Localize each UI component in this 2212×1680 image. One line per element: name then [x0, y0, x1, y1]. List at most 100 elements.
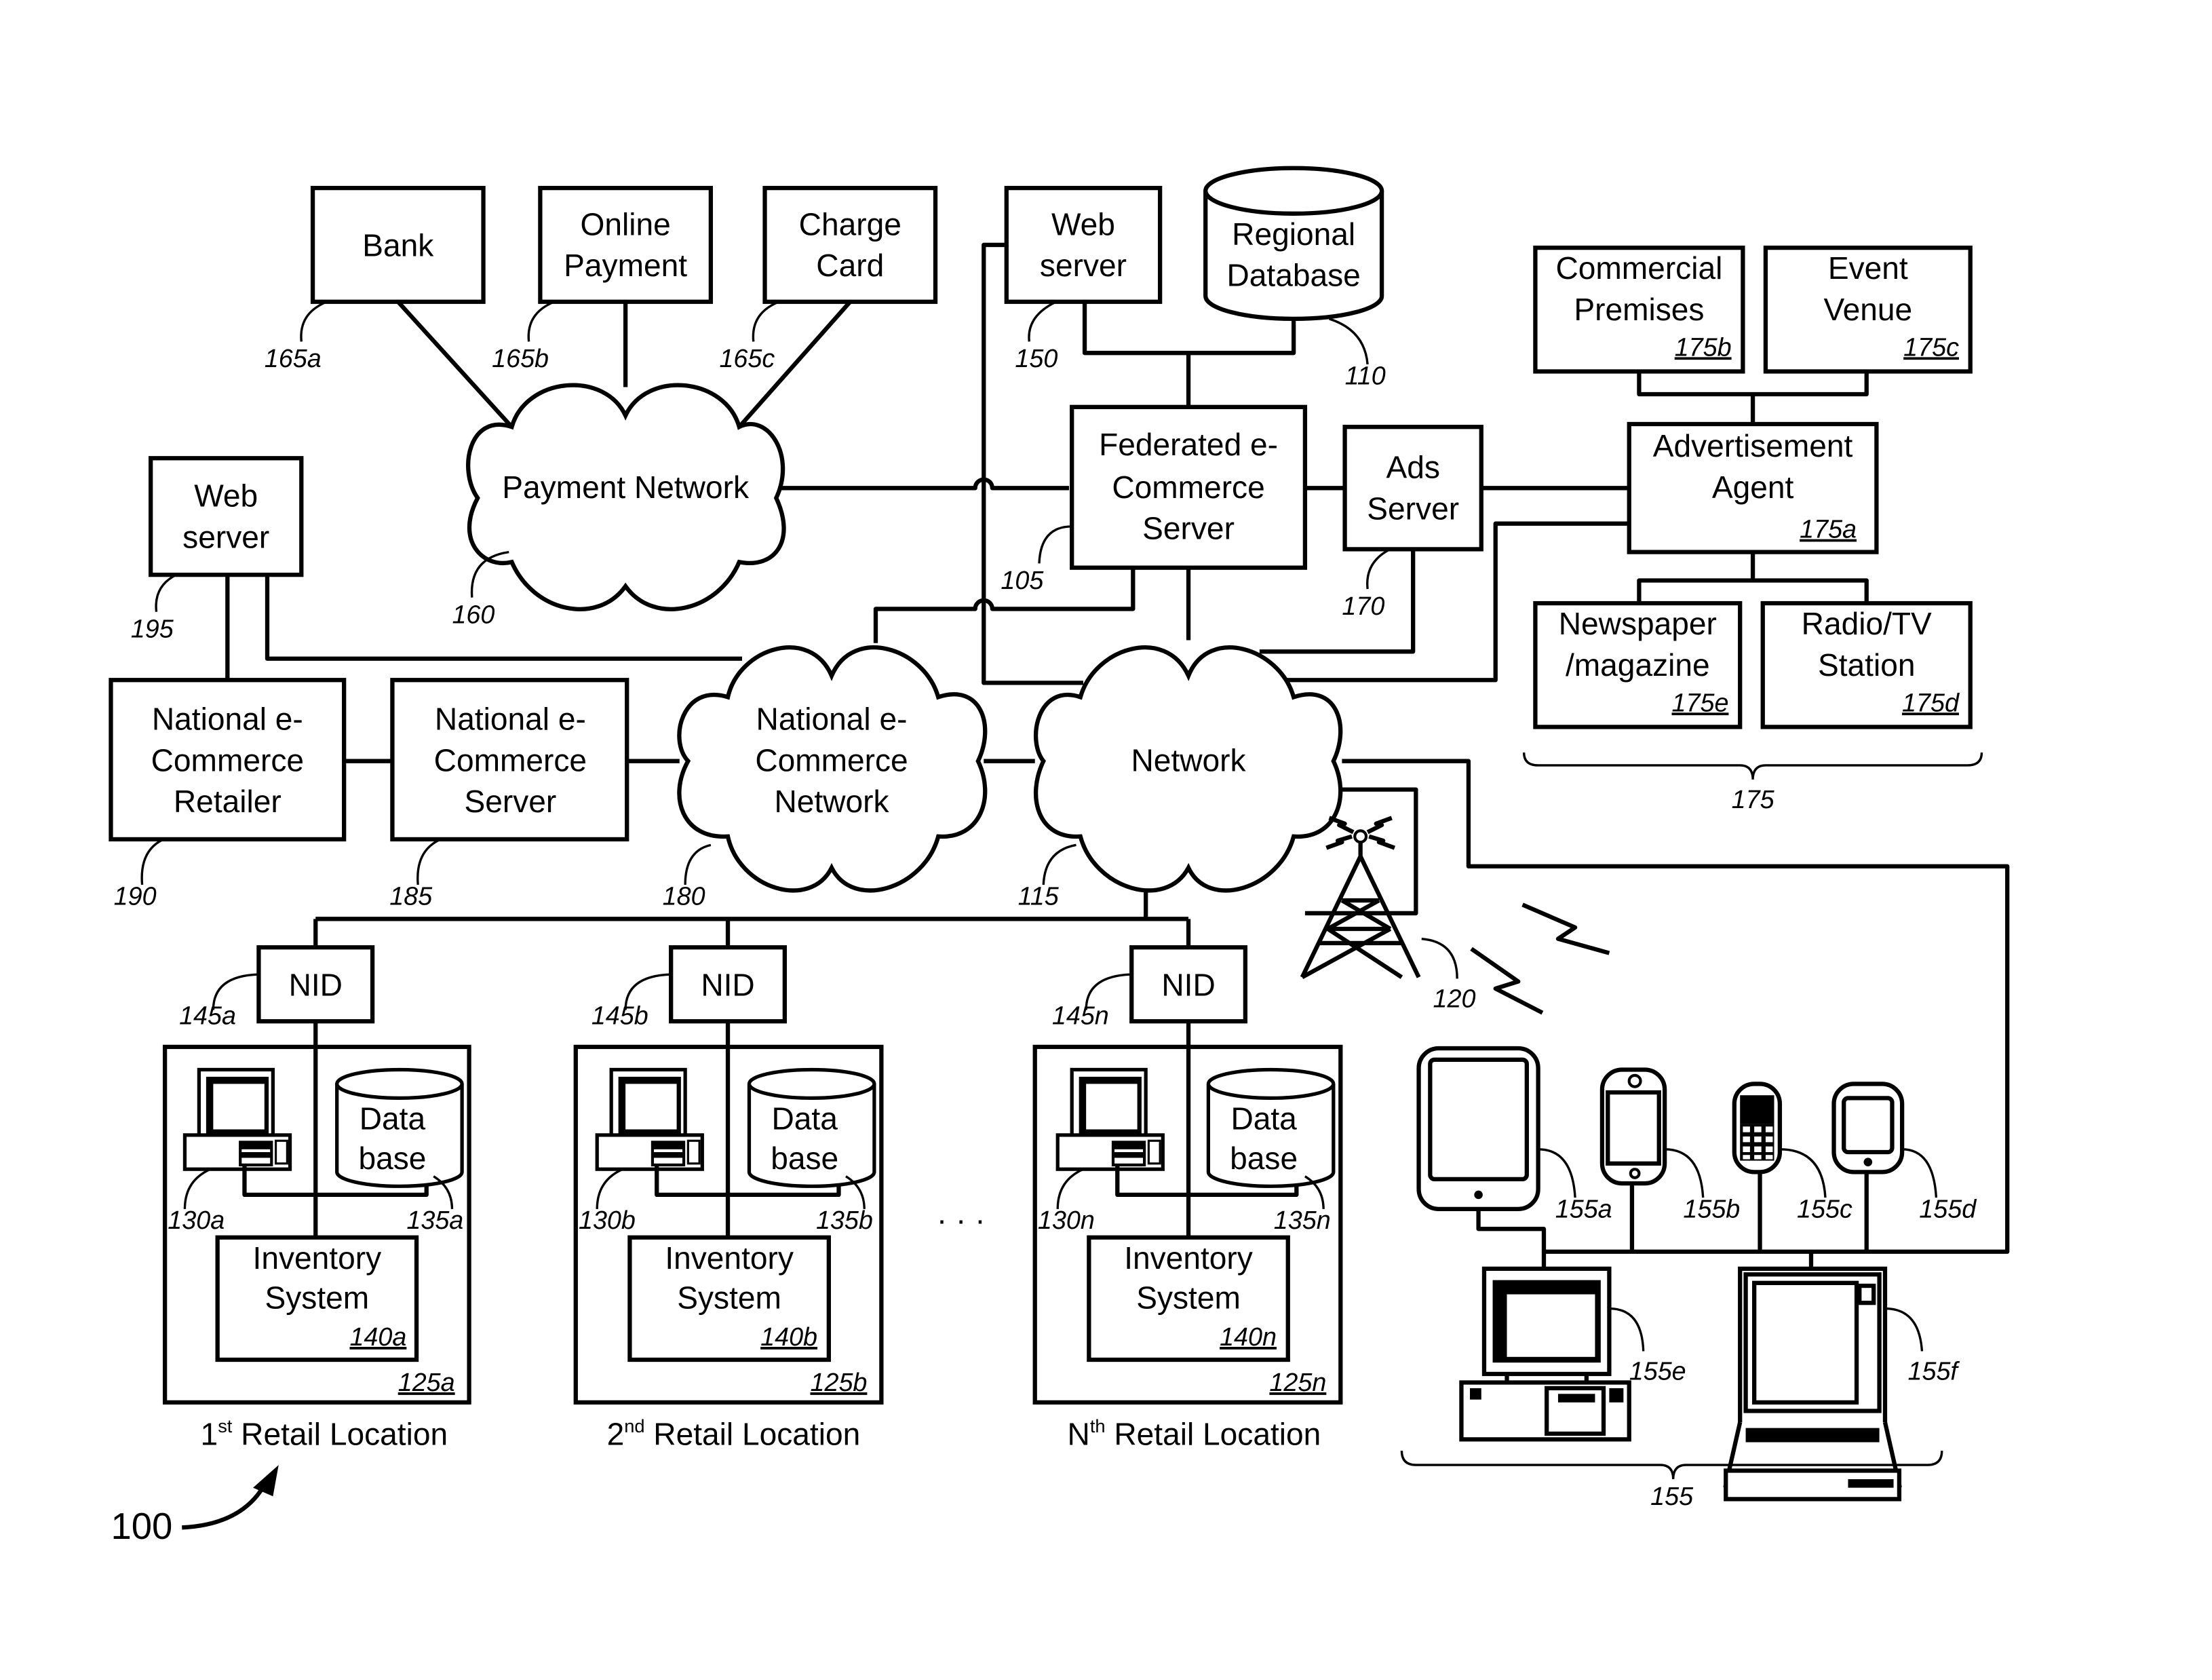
commercial-premises-box: Commercial Premises 175b [1533, 245, 1745, 374]
national-ecommerce-retailer-box: National e- Commerce Retailer 190 [109, 678, 347, 910]
newspaper-box: Newspaper /magazine 175e [1533, 600, 1743, 729]
tablet-icon: 155a [1416, 1046, 1612, 1223]
inventory-label-1: Inventory [253, 1240, 382, 1276]
ref-130n: 130n [1038, 1206, 1095, 1234]
federated-ecommerce-server-box: Federated e- Commerce Server 105 [1001, 404, 1308, 594]
newspaper-label-2: /magazine [1566, 647, 1710, 683]
ref-160: 160 [452, 600, 494, 628]
database-label-2: base [771, 1141, 838, 1176]
retail-location-2: NID 145b Data base 130b 135b Inventory S… [573, 945, 884, 1452]
computer-icon [185, 1069, 290, 1169]
ref-175c: 175c [1903, 332, 1959, 361]
inventory-label-2: System [677, 1280, 781, 1316]
advertisement-agent-box: Advertisement Agent 175a [1627, 421, 1879, 554]
advertisement-agent-label-2: Agent [1712, 470, 1794, 505]
web-server-150-label-2: server [1040, 248, 1127, 283]
ref-155: 155 [1650, 1482, 1694, 1510]
regional-database: Regional Database 110 [1203, 166, 1386, 389]
ref-155a: 155a [1555, 1194, 1612, 1223]
bank-label: Bank [362, 228, 434, 263]
radio-tv-label-1: Radio/TV [1802, 606, 1932, 641]
ref-175d: 175d [1902, 688, 1960, 717]
event-venue-label-2: Venue [1823, 292, 1912, 327]
ref-185: 185 [389, 881, 433, 910]
national-server-label-1: National e- [435, 702, 586, 737]
figure-number: 100 [111, 1465, 279, 1547]
advertisement-agent-label-1: Advertisement [1653, 428, 1853, 463]
online-payment-label-2: Payment [564, 248, 687, 283]
smartphone-icon: 155b [1599, 1067, 1740, 1223]
ref-165b: 165b [492, 344, 549, 373]
retail-location-caption: 1st Retail Location [201, 1415, 448, 1452]
ref-175a: 175a [1800, 515, 1857, 543]
ref-155f: 155f [1908, 1356, 1960, 1385]
cell-tower-icon: 120 [1300, 816, 1610, 1015]
nid-label: NID [701, 967, 754, 1002]
radio-tv-label-2: Station [1818, 647, 1916, 683]
commercial-premises-label-1: Commercial [1555, 250, 1722, 286]
federated-label-3: Server [1142, 511, 1235, 546]
inventory-label-1: Inventory [1124, 1240, 1253, 1276]
ads-server-label-1: Ads [1386, 450, 1439, 485]
nid-label: NID [289, 967, 343, 1002]
bank-box: Bank 165a [265, 185, 486, 373]
ref-165c: 165c [719, 344, 775, 373]
ref-130b: 130b [579, 1206, 636, 1234]
national-network-label-1: National e- [756, 702, 908, 737]
ref-135b: 135b [816, 1206, 873, 1234]
charge-card-label-1: Charge [799, 206, 901, 242]
ref-125b: 125b [810, 1368, 867, 1396]
national-network-label-3: Network [774, 784, 889, 819]
ref-135a: 135a [406, 1206, 463, 1234]
database-label-1: Data [772, 1101, 838, 1136]
web-server-195-label-2: server [182, 519, 269, 554]
ref-145a: 145a [179, 1001, 236, 1029]
inventory-label-1: Inventory [665, 1240, 794, 1276]
payment-network-label: Payment Network [502, 470, 750, 505]
retail-location-1: NID 145a Data base 130a 135a Inventory S… [162, 945, 471, 1452]
ref-190: 190 [114, 881, 157, 910]
ref-180: 180 [663, 881, 705, 910]
event-venue-label-1: Event [1828, 250, 1908, 286]
federated-label-2: Commerce [1112, 470, 1264, 505]
ref-145n: 145n [1052, 1001, 1109, 1029]
regional-database-label-1: Regional [1232, 216, 1355, 252]
ref-135n: 135n [1274, 1206, 1331, 1234]
database-label-1: Data [1230, 1101, 1297, 1136]
ref-195: 195 [131, 614, 174, 643]
database-label-2: base [358, 1141, 426, 1176]
ref-175: 175 [1732, 785, 1775, 814]
ref-105: 105 [1001, 566, 1044, 594]
online-payment-box: Online Payment 165b [492, 185, 714, 373]
ref-140b: 140b [760, 1322, 817, 1351]
ref-140a: 140a [349, 1322, 406, 1351]
ref-155c: 155c [1797, 1194, 1852, 1223]
user-devices: 155a 155b 155c 155d 155e 155f 155 [1400, 1046, 1977, 1510]
ref-125a: 125a [398, 1368, 455, 1396]
ref-125n: 125n [1269, 1368, 1326, 1396]
federated-label-1: Federated e- [1099, 427, 1278, 462]
computer-icon [1058, 1069, 1163, 1169]
ref-165a: 165a [265, 344, 322, 373]
advertiser-group-brace: 175 [1522, 752, 1983, 814]
national-ecommerce-network-cloud: National e- Commerce Network 180 [663, 645, 988, 910]
retail-location-caption: 2nd Retail Location [607, 1415, 861, 1452]
national-retailer-label-3: Retailer [174, 784, 282, 819]
ref-115: 115 [1018, 881, 1060, 910]
computer-icon [597, 1069, 702, 1169]
ref-130a: 130a [168, 1206, 225, 1234]
ads-server-label-2: Server [1367, 491, 1459, 526]
national-retailer-label-1: National e- [152, 702, 303, 737]
retail-location-n: NID 145n Data base 130n 135n Inventory S… [1032, 945, 1343, 1452]
charge-card-box: Charge Card 165c [719, 185, 938, 373]
newspaper-label-1: Newspaper [1559, 606, 1717, 641]
national-network-label-2: Commerce [755, 742, 908, 778]
web-server-150-label-1: Web [1051, 206, 1115, 242]
national-retailer-label-2: Commerce [151, 742, 304, 778]
network-label: Network [1131, 742, 1247, 778]
charge-card-label-2: Card [816, 248, 884, 283]
more-locations-ellipsis: · · · [937, 1202, 986, 1237]
ref-155d: 155d [1919, 1194, 1977, 1223]
payment-network-cloud: Payment Network 160 [452, 383, 786, 628]
ref-110: 110 [1345, 361, 1386, 389]
